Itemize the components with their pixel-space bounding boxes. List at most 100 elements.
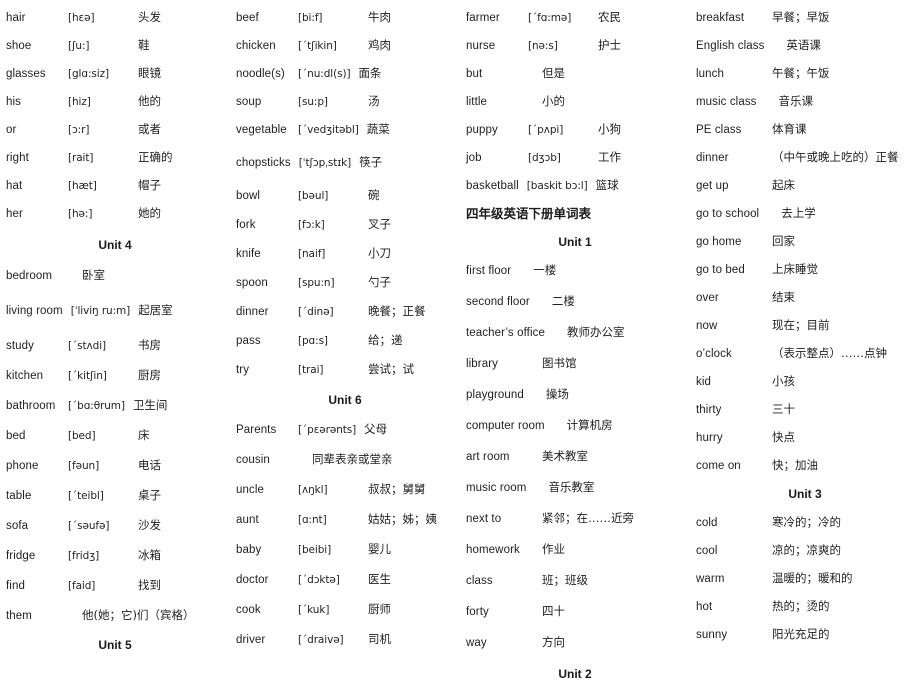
book-title-heading: 四年级英语下册单词表 [466, 206, 592, 221]
vocabulary-entry: doctor [ˊdɔktə] 医生 [236, 572, 454, 588]
entry-meaning: 婴儿 [368, 542, 391, 556]
entry-word: his [6, 96, 22, 108]
vocabulary-entry: table [ˊteibl] 桌子 [6, 488, 224, 504]
entry-phonetic: [ɔ:r] [68, 124, 90, 136]
vocabulary-entry: living room [ˈliviŋ ru:m] 起居室 [6, 303, 224, 319]
entry-meaning: 勺子 [368, 275, 391, 289]
entry-meaning: 去上学 [781, 206, 816, 220]
entry-meaning: 寒冷的；冷的 [772, 515, 841, 529]
entry-meaning: （中午或晚上吃的）正餐 [772, 150, 899, 164]
entry-phonetic: [ˊvedʒitəbl] [298, 124, 359, 136]
vocabulary-entry: beef [bi:f] 牛肉 [236, 10, 454, 26]
entry-word: basketball [466, 180, 519, 192]
entry-word: get up [696, 180, 729, 192]
vocabulary-entry: kid 小孩 [696, 374, 914, 390]
entry-word: find [6, 580, 25, 592]
vocabulary-entry: PE class 体育课 [696, 122, 914, 138]
entry-meaning: 操场 [545, 387, 569, 401]
entry-meaning: 音乐课 [778, 94, 814, 108]
entry-phonetic: [baskit bɔ:l] [526, 180, 588, 192]
entry-word: baby [236, 544, 262, 556]
entry-phonetic: [ˊdɔktə] [298, 574, 340, 586]
entry-word: table [6, 490, 32, 502]
entry-meaning: 沙发 [138, 518, 161, 532]
vocabulary-entry: find [faid] 找到 [6, 578, 224, 594]
entry-word: forty [466, 606, 489, 618]
entry-word: second floor [466, 296, 530, 308]
vocabulary-entry: breakfast 早餐；早饭 [696, 10, 914, 26]
entry-word: or [6, 124, 17, 136]
entry-meaning: 牛肉 [368, 10, 391, 24]
unit-heading: Unit 6 [328, 393, 362, 407]
entry-word: way [466, 637, 487, 649]
entry-meaning: 工作 [598, 150, 621, 164]
entry-word: kid [696, 376, 712, 388]
entry-meaning: 计算机房 [566, 418, 613, 432]
vocabulary-entry: hurry 快点 [696, 430, 914, 446]
entry-phonetic: [rait] [68, 152, 94, 164]
entry-meaning: 篮球 [595, 178, 619, 192]
entry-word: playground [466, 389, 524, 401]
entry-meaning: 桌子 [138, 488, 161, 502]
entry-word: library [466, 358, 499, 370]
entry-phonetic: [glɑ:siz] [68, 68, 109, 80]
entry-meaning: 帽子 [138, 178, 161, 192]
entry-word: doctor [236, 574, 269, 586]
vocabulary-entry: hat [hæt] 帽子 [6, 178, 224, 194]
entry-meaning: 叉子 [368, 217, 391, 231]
entry-word: sunny [696, 629, 728, 641]
entry-meaning: 起床 [772, 178, 795, 192]
vocabulary-entry: fork [fɔ:k] 叉子 [236, 217, 454, 233]
entry-meaning: 正确的 [138, 150, 173, 164]
vocabulary-entry: pass [pɑ:s] 给；递 [236, 333, 454, 349]
vocabulary-entry: chicken [ˊtʃikin] 鸡肉 [236, 38, 454, 54]
vocabulary-entry: dinner [ˊdinə] 晚餐；正餐 [236, 304, 454, 320]
entry-meaning: 姑姑；姊；姨 [368, 512, 437, 526]
vocabulary-entry: baby [beibi] 婴儿 [236, 542, 454, 558]
entry-phonetic: [pɑ:s] [298, 335, 328, 347]
entry-meaning: 作业 [542, 542, 565, 556]
entry-meaning: 现在；目前 [772, 318, 830, 332]
entry-meaning: 紧邻；在……近旁 [542, 511, 634, 525]
entry-phonetic: [ˈtʃɔpˌstɪk] [298, 157, 352, 169]
entry-meaning: 但是 [542, 66, 565, 80]
vocabulary-entry: go home 回家 [696, 234, 914, 250]
vocabulary-entry: fridge [fridʒ] 冰箱 [6, 548, 224, 564]
vocabulary-entry: glasses [glɑ:siz] 眼镜 [6, 66, 224, 82]
vocabulary-entry: spoon [spu:n] 勺子 [236, 275, 454, 291]
entry-word: knife [236, 248, 261, 260]
vocabulary-entry: sofa [ˊsəufə] 沙发 [6, 518, 224, 534]
entry-word: go home [696, 236, 742, 248]
vocabulary-entry: hot 热的；烫的 [696, 599, 914, 615]
vocabulary-entry: phone [fəun] 电话 [6, 458, 224, 474]
entry-word: them [6, 610, 32, 622]
vocabulary-entry: teacher’s office 教师办公室 [466, 325, 684, 341]
unit-heading: Unit 1 [558, 235, 592, 249]
entry-phonetic: [fəun] [68, 460, 100, 472]
vocabulary-entry: them 他(她；它)们（宾格） [6, 608, 224, 624]
entry-word: dinner [236, 306, 269, 318]
vocabulary-entry: little 小的 [466, 94, 684, 110]
entry-meaning: 找到 [138, 578, 161, 592]
entry-word: spoon [236, 277, 268, 289]
entry-word: right [6, 152, 29, 164]
entry-word: cold [696, 517, 718, 529]
entry-word: farmer [466, 12, 500, 24]
entry-phonetic: [ˊdraivə] [298, 634, 344, 646]
vocabulary-entry: homework 作业 [466, 542, 684, 558]
entry-meaning: 父母 [364, 422, 388, 436]
entry-meaning: 蔬菜 [366, 122, 390, 136]
entry-word: little [466, 96, 488, 108]
entry-word: breakfast [696, 12, 745, 24]
entry-word: cousin [236, 454, 270, 466]
entry-word: teacher’s office [466, 327, 545, 339]
entry-phonetic: [faid] [68, 580, 96, 592]
entry-phonetic: [hɛə] [68, 12, 95, 24]
vocabulary-entry: bowl [bəul] 碗 [236, 188, 454, 204]
entry-word: go to school [696, 208, 760, 220]
entry-meaning: 她的 [138, 206, 161, 220]
entry-meaning: 阳光充足的 [772, 627, 830, 641]
entry-word: lunch [696, 68, 724, 80]
vocabulary-entry: study [ˊstʌdi] 书房 [6, 338, 224, 354]
vocabulary-entry: but 但是 [466, 66, 684, 82]
